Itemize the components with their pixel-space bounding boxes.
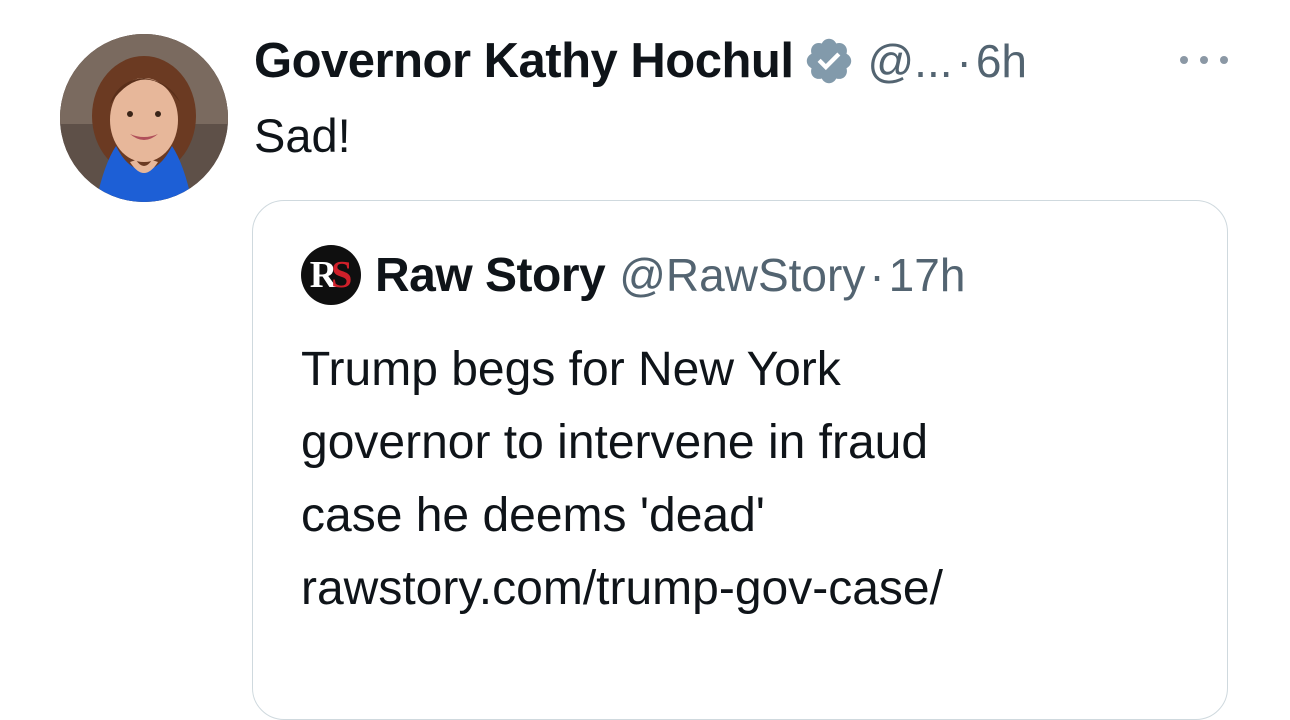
quoted-tweet-text: Trump begs for New York governor to inte…: [301, 333, 1201, 625]
quoted-timestamp[interactable]: 17h: [889, 248, 966, 302]
author-display-name[interactable]: Governor Kathy Hochul: [254, 33, 794, 89]
more-options-icon[interactable]: [1180, 52, 1228, 68]
quoted-separator-dot: ·: [869, 249, 885, 301]
quoted-tweet-header: RS Raw Story @RawStory · 17h: [301, 245, 965, 305]
quoted-text-line: case he deems 'dead': [301, 489, 765, 542]
verified-badge-icon: [803, 35, 855, 87]
quoted-author-display-name[interactable]: Raw Story: [375, 248, 606, 303]
author-handle[interactable]: @...: [867, 34, 952, 88]
author-avatar[interactable]: [60, 34, 228, 202]
more-dot: [1220, 56, 1228, 64]
quoted-tweet[interactable]: RS Raw Story @RawStory · 17h Trump begs …: [252, 200, 1228, 720]
tweet-text: Sad!: [254, 109, 351, 162]
separator-dot: ·: [956, 35, 972, 87]
raw-story-logo-icon[interactable]: RS: [301, 245, 361, 305]
tweet-timestamp[interactable]: 6h: [976, 34, 1027, 88]
more-dot: [1200, 56, 1208, 64]
logo-letter-s: S: [331, 254, 353, 296]
tweet-header: Governor Kathy Hochul @... · 6h: [254, 26, 1027, 96]
quoted-link[interactable]: rawstory.com/trump-gov-case/: [301, 552, 1201, 625]
more-dot: [1180, 56, 1188, 64]
tweet[interactable]: Governor Kathy Hochul @... · 6h Sad! RS …: [0, 0, 1290, 720]
quoted-text-line: Trump begs for New York: [301, 343, 841, 396]
avatar-photo-icon: [60, 34, 228, 202]
quoted-author-handle[interactable]: @RawStory: [619, 248, 865, 302]
quoted-text-line: governor to intervene in fraud: [301, 416, 929, 469]
